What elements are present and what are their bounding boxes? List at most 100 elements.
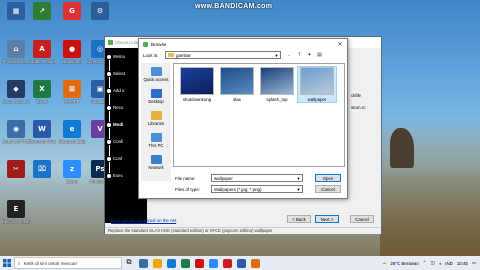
open-button[interactable]: Open: [315, 174, 341, 182]
wizard-back-button[interactable]: < Back: [287, 215, 311, 223]
desktop-icon[interactable]: e Microsoft Edge: [58, 120, 86, 144]
place-item[interactable]: This PC: [141, 133, 171, 148]
desktop-icon[interactable]: ▦: [2, 2, 30, 21]
desktop-icon-label: ProfileSyste...: [2, 59, 30, 64]
file-item[interactable]: slax: [218, 67, 256, 102]
desktop-app-icon: ⌂: [7, 40, 25, 58]
wizard-cancel-button[interactable]: Cancel: [350, 215, 374, 223]
desktop-app-icon: z: [63, 160, 81, 178]
chevron-up-icon[interactable]: ⌃: [423, 260, 427, 266]
filename-label: File name:: [175, 176, 196, 181]
search-icon: ⌕: [18, 260, 21, 266]
taskbar-app-icon: [208, 258, 218, 268]
weather-text[interactable]: 29°C Berawan: [390, 261, 418, 266]
file-name: slax: [233, 97, 241, 102]
taskbar-app-button[interactable]: [192, 256, 206, 270]
view-menu-icon[interactable]: ▤: [315, 51, 324, 59]
place-icon: [150, 133, 162, 142]
step-connector: [108, 94, 110, 105]
taskbar: ⌕ Ketik di sini untuk mencari ⧉ ☁ 29°C B…: [0, 256, 480, 270]
desktop-icon[interactable]: ⚙: [86, 2, 114, 21]
browse-title: Browse: [151, 41, 167, 47]
desktop-icon[interactable]: WMicrosoft Word 2016: [28, 120, 56, 144]
desktop-icon[interactable]: A Adobe Reader: [28, 40, 56, 64]
filetype-label: Files of type:: [175, 187, 200, 192]
place-item[interactable]: Desktop: [141, 89, 171, 104]
desktop-app-icon: ◆: [7, 80, 25, 98]
step-connector: [108, 162, 110, 173]
file-item[interactable]: splash_top: [258, 67, 296, 102]
place-label: This PC: [148, 143, 164, 148]
file-item[interactable]: wallpaper: [297, 66, 337, 103]
back-arrow-icon[interactable]: ←: [285, 51, 294, 59]
taskbar-app-button[interactable]: [178, 256, 192, 270]
network-icon[interactable]: ◫: [430, 260, 434, 266]
desktop-icon[interactable]: ↗: [28, 2, 56, 21]
taskbar-app-icon: [222, 258, 232, 268]
desktop-icon[interactable]: ⌂ ProfileSyste...: [2, 40, 30, 64]
desktop-app-icon: ◉: [7, 120, 25, 138]
place-item[interactable]: Network: [141, 155, 171, 170]
taskbar-app-button[interactable]: [220, 256, 234, 270]
taskbar-app-button[interactable]: [150, 256, 164, 270]
taskbar-app-button[interactable]: [164, 256, 178, 270]
desktop-icon[interactable]: G: [58, 2, 86, 21]
step-dot-icon: [107, 54, 111, 59]
file-name: wallpaper: [307, 97, 327, 102]
start-button[interactable]: [0, 256, 14, 270]
filename-input[interactable]: wallpaper ▼: [211, 174, 303, 182]
chevron-down-icon: ▼: [296, 186, 301, 192]
cancel-button[interactable]: Cancel: [315, 185, 341, 193]
desktop-icon[interactable]: X Excel: [28, 80, 56, 104]
desktop-icon[interactable]: ◉Corel CAPTURE: [2, 120, 30, 144]
taskbar-search-box[interactable]: ⌕ Ketik di sini untuk mencari: [14, 257, 122, 269]
new-folder-icon[interactable]: ✦: [305, 51, 314, 59]
search-placeholder: Ketik di sini untuk mencari: [23, 260, 77, 266]
wizard-step-label: Select: [113, 71, 126, 76]
language-indicator[interactable]: IND: [445, 261, 453, 266]
desktop-icon-label: Epic Games Launcher: [2, 219, 30, 224]
step-connector: [108, 60, 110, 71]
desktop-icon[interactable]: EEpic Games Launcher: [2, 200, 30, 224]
task-view-icon[interactable]: ⧉: [122, 256, 136, 270]
step-dot-icon: [107, 156, 111, 161]
place-item[interactable]: Libraries: [141, 111, 171, 126]
desktop-icon[interactable]: ✂: [2, 160, 30, 179]
place-item[interactable]: Quick access: [141, 67, 171, 82]
file-thumbnail: [180, 67, 214, 95]
file-view: shutdownkong slax splash_top wallpaper: [173, 63, 345, 167]
taskbar-app-button[interactable]: [234, 256, 248, 270]
notification-icon[interactable]: ▭: [472, 260, 476, 266]
filetype-select[interactable]: Wallpapers (*.jpg; *.png) ▼: [211, 185, 303, 193]
desktop-app-icon: ⌧: [33, 160, 51, 178]
place-label: Quick access: [143, 77, 169, 82]
windows-logo-icon: [3, 259, 11, 267]
look-in-dropdown[interactable]: gambar ▼: [165, 51, 281, 59]
desktop-icon[interactable]: ● Bandicam: [58, 40, 86, 64]
place-icon: [150, 89, 162, 98]
desktop-icon[interactable]: z Zoom: [58, 160, 86, 184]
taskbar-app-button[interactable]: [248, 256, 262, 270]
file-name: splash_top: [266, 97, 288, 102]
desktop-app-icon: W: [33, 120, 51, 138]
taskbar-app-button[interactable]: [206, 256, 220, 270]
desktop-icon[interactable]: ◆Cisco Packet Tracer: [2, 80, 30, 104]
task-view-glyph: ⧉: [126, 259, 132, 266]
desktop-icon-label: Cisco Packet Tracer: [2, 99, 30, 104]
wizard-next-button[interactable]: Next >: [315, 215, 339, 223]
filetype-value: Wallpapers (*.jpg; *.png): [214, 186, 262, 192]
wizard-step-label: Welco: [113, 54, 126, 59]
clock[interactable]: 10:45: [457, 261, 468, 266]
desktop-icon[interactable]: ⌧: [28, 160, 56, 179]
boot-options-link[interactable]: Boot options explained on the net: [111, 218, 176, 223]
step-dot-icon: [107, 71, 111, 76]
file-item[interactable]: shutdownkong: [178, 67, 216, 102]
desktop-icon[interactable]: ⊠ XAMPP: [58, 80, 86, 104]
taskbar-app-button[interactable]: [136, 256, 150, 270]
close-icon[interactable]: ✕: [333, 41, 347, 48]
desktop-app-icon: ✂: [7, 160, 25, 178]
volume-icon[interactable]: ◖: [439, 261, 442, 266]
up-folder-icon[interactable]: ⇡: [295, 51, 304, 59]
file-thumbnail: [260, 67, 294, 95]
taskbar-app-icon: [236, 258, 246, 268]
